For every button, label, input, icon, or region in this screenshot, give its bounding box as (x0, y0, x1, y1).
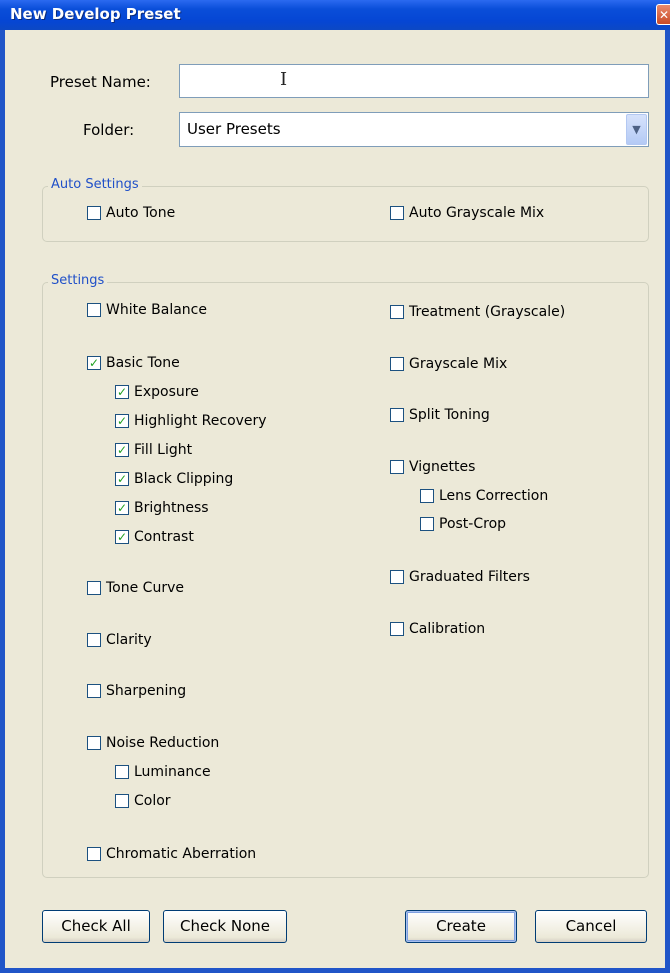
checkbox-label: Vignettes (409, 459, 476, 475)
checkbox-label: Highlight Recovery (134, 413, 267, 429)
checkbox-label: Contrast (134, 529, 194, 545)
checkbox-label: Lens Correction (439, 488, 549, 504)
checkmark-icon[interactable]: ✓ (115, 530, 129, 544)
checkbox-box[interactable] (420, 517, 434, 531)
auto-settings-title: Auto Settings (48, 177, 142, 192)
checkbox-box[interactable] (87, 633, 101, 647)
folder-label: Folder: (83, 121, 135, 139)
checkbox-box[interactable] (87, 684, 101, 698)
checkbox-box[interactable] (87, 303, 101, 317)
checkbox-label: Clarity (106, 632, 152, 648)
checkbox-box[interactable] (390, 206, 404, 220)
title-bar[interactable]: New Develop Preset ✕ (0, 0, 670, 30)
check-none-button[interactable]: Check None (163, 910, 287, 943)
dialog-window: New Develop Preset ✕ Preset Name: I Fold… (0, 0, 670, 973)
checkbox-box[interactable] (390, 570, 404, 584)
folder-value: User Presets (187, 120, 281, 138)
checkbox-label: Basic Tone (106, 355, 180, 371)
checkbox-box[interactable] (390, 622, 404, 636)
chevron-down-icon[interactable]: ▼ (626, 114, 647, 145)
checkbox-box[interactable] (115, 765, 129, 779)
checkbox-label: Graduated Filters (409, 569, 530, 585)
checkbox-label: Brightness (134, 500, 209, 516)
checkmark-icon[interactable]: ✓ (115, 414, 129, 428)
checkbox-box[interactable] (420, 489, 434, 503)
checkbox-label: Calibration (409, 621, 486, 637)
checkbox-label: Split Toning (409, 407, 490, 423)
checkbox-label: Grayscale Mix (409, 356, 508, 372)
checkbox-label: Luminance (134, 764, 211, 780)
checkmark-icon[interactable]: ✓ (115, 501, 129, 515)
checkbox-box[interactable] (115, 794, 129, 808)
checkbox-label: Auto Tone (106, 205, 176, 221)
cancel-button[interactable]: Cancel (535, 910, 647, 943)
checkmark-icon[interactable]: ✓ (87, 356, 101, 370)
checkbox-label: Noise Reduction (106, 735, 220, 751)
folder-select[interactable]: User Presets ▼ (179, 112, 649, 147)
settings-title: Settings (48, 273, 108, 288)
checkbox-box[interactable] (390, 408, 404, 422)
checkbox-box[interactable] (390, 305, 404, 319)
checkbox-box[interactable] (390, 357, 404, 371)
checkbox-label: White Balance (106, 302, 207, 318)
checkbox-label: Exposure (134, 384, 199, 400)
checkbox-label: Treatment (Grayscale) (409, 304, 566, 320)
checkbox-label: Color (134, 793, 171, 809)
close-icon[interactable]: ✕ (656, 4, 670, 25)
create-button[interactable]: Create (405, 910, 517, 943)
checkbox-box[interactable] (87, 581, 101, 595)
window-title: New Develop Preset (10, 5, 181, 23)
preset-name-label: Preset Name: (50, 73, 151, 91)
checkbox-label: Chromatic Aberration (106, 846, 257, 862)
checkmark-icon[interactable]: ✓ (115, 472, 129, 486)
check-all-button[interactable]: Check All (42, 910, 150, 943)
text-cursor-icon: I (280, 69, 288, 90)
checkbox-box[interactable] (87, 847, 101, 861)
preset-name-input[interactable]: I (179, 64, 649, 98)
checkbox-label: Post-Crop (439, 516, 507, 532)
checkbox-label: Black Clipping (134, 471, 234, 487)
checkmark-icon[interactable]: ✓ (115, 443, 129, 457)
checkbox-label: Auto Grayscale Mix (409, 205, 545, 221)
checkmark-icon[interactable]: ✓ (115, 385, 129, 399)
checkbox-label: Sharpening (106, 683, 187, 699)
checkbox-box[interactable] (87, 206, 101, 220)
checkbox-label: Tone Curve (106, 580, 184, 596)
checkbox-label: Fill Light (134, 442, 193, 458)
checkbox-box[interactable] (390, 460, 404, 474)
checkbox-box[interactable] (87, 736, 101, 750)
